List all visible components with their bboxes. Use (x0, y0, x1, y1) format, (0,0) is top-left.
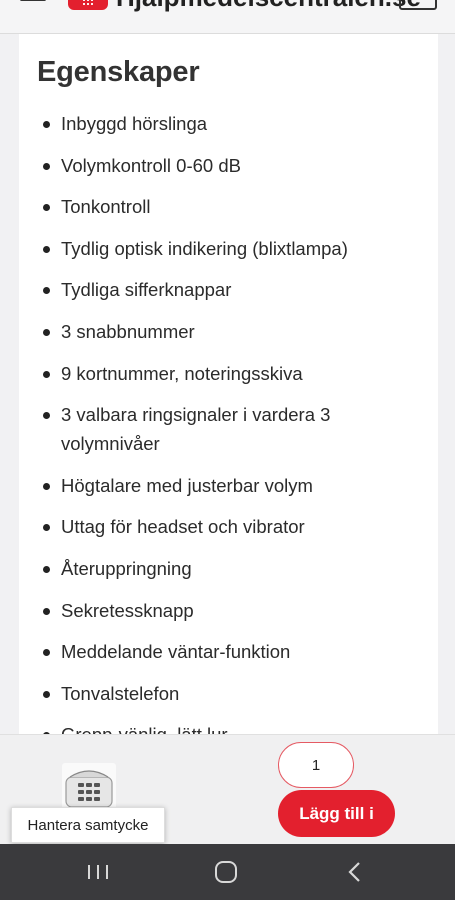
add-to-cart-bar: Lägg till i Hantera samtycke (0, 734, 455, 844)
feature-item: Tydlig optisk indikering (blixtlampa) (19, 234, 438, 263)
logo-icon[interactable] (68, 0, 108, 10)
feature-item: Tonvalstelefon (19, 679, 438, 708)
feature-item: Meddelande väntar-funktion (19, 637, 438, 666)
feature-item: Återuppringning (19, 554, 438, 583)
feature-item: Tonkontroll (19, 192, 438, 221)
system-nav-bar (0, 844, 455, 900)
menu-icon[interactable] (20, 0, 46, 2)
feature-item: Tydliga sifferknappar (19, 275, 438, 304)
section-title: Egenskaper (37, 56, 200, 88)
telephone-product-icon (62, 763, 116, 811)
feature-item: Inbyggd hörslinga (19, 109, 438, 138)
manage-consent-button[interactable]: Hantera samtycke (11, 807, 165, 843)
feature-item: Grepp-vänlig, lätt lur (19, 720, 438, 734)
back-icon[interactable] (314, 844, 394, 900)
cart-icon[interactable] (399, 0, 437, 10)
content-card: Egenskaper Inbyggd hörslinga Volymkontro… (19, 34, 438, 734)
recents-icon[interactable] (58, 844, 138, 900)
top-header: Hjälpmedelscentralen.se (0, 0, 455, 34)
site-name[interactable]: Hjälpmedelscentralen.se (116, 0, 421, 13)
quantity-input[interactable] (278, 742, 354, 788)
feature-item: 9 kortnummer, noteringsskiva (19, 359, 438, 388)
feature-item: Volymkontroll 0-60 dB (19, 151, 438, 180)
home-icon[interactable] (186, 844, 266, 900)
add-to-cart-button[interactable]: Lägg till i (278, 790, 395, 837)
feature-item: Högtalare med justerbar volym (19, 471, 438, 500)
feature-list: Inbyggd hörslinga Volymkontroll 0-60 dB … (19, 109, 438, 734)
feature-item: Uttag för headset och vibrator (19, 512, 438, 541)
feature-item: 3 snabbnummer (19, 317, 438, 346)
feature-item: 3 valbara ringsignaler i vardera 3 volym… (19, 400, 438, 458)
feature-item: Sekretessknapp (19, 596, 438, 625)
